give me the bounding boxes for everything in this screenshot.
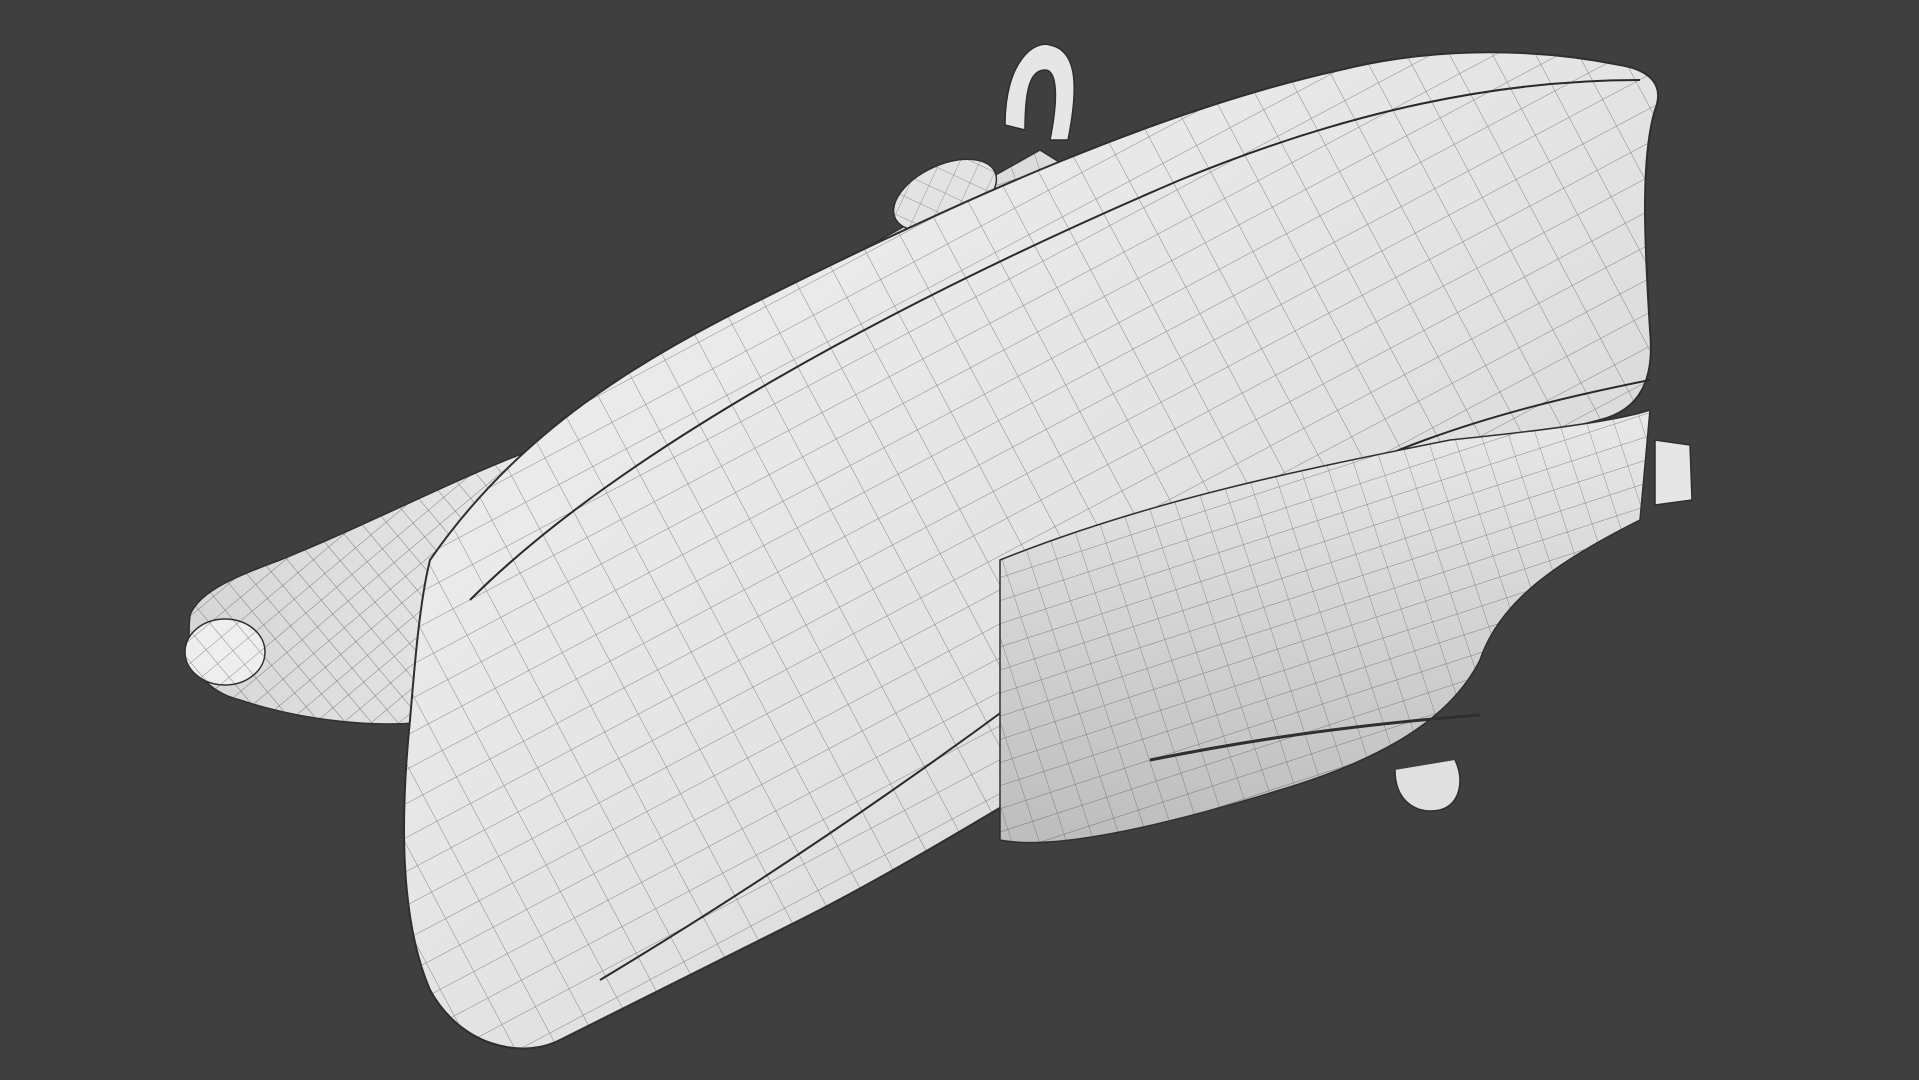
3d-viewport[interactable] <box>0 0 1919 1080</box>
render-canvas <box>184 43 1693 1050</box>
main-body-mesh <box>403 51 1693 1050</box>
